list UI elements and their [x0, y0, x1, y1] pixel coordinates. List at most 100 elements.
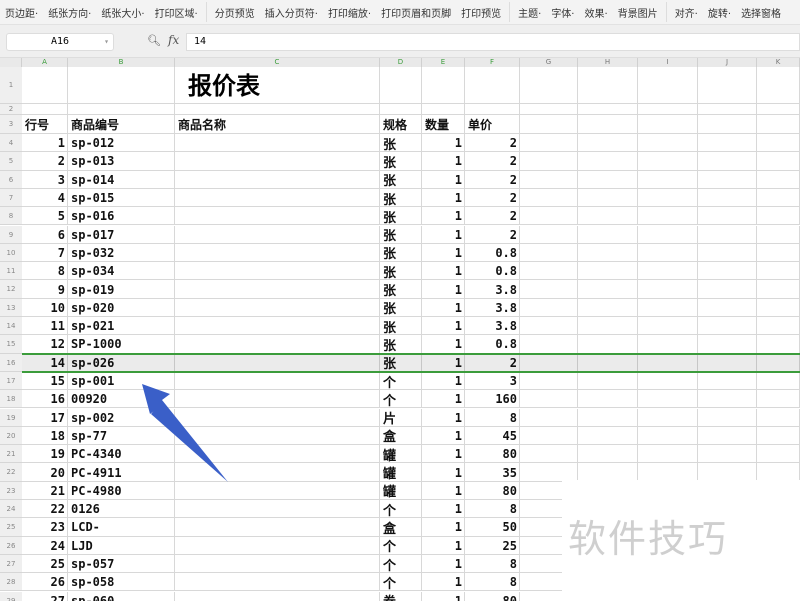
cell[interactable]	[757, 225, 800, 244]
unit-cell[interactable]: 张	[380, 280, 422, 299]
row-header[interactable]: 22	[0, 463, 22, 482]
toolbar-button[interactable]: 主题·	[513, 5, 546, 20]
quantity-cell[interactable]: 1	[422, 354, 465, 372]
toolbar-button[interactable]: 页边距·	[0, 5, 43, 20]
cell[interactable]	[698, 262, 757, 281]
column-header-K[interactable]: K	[757, 58, 800, 67]
cell[interactable]	[638, 134, 698, 153]
cell[interactable]	[757, 188, 800, 208]
product-name-cell[interactable]	[175, 500, 380, 518]
cell[interactable]	[578, 170, 638, 189]
select-all-corner[interactable]	[0, 58, 22, 67]
product-name-cell[interactable]	[175, 427, 380, 445]
quantity-cell[interactable]: 1	[422, 335, 465, 353]
unit-cell[interactable]: 个	[380, 372, 422, 391]
product-code-cell[interactable]: PC-4980	[68, 482, 175, 500]
row-number-cell[interactable]: 11	[22, 317, 68, 335]
quantity-cell[interactable]: 1	[422, 573, 465, 591]
cell[interactable]	[698, 317, 757, 336]
cell[interactable]	[757, 445, 800, 464]
cell[interactable]	[638, 225, 698, 244]
cell[interactable]	[520, 408, 578, 427]
product-name-cell[interactable]	[175, 390, 380, 408]
toolbar-button[interactable]: 背景图片	[613, 5, 663, 20]
cell[interactable]	[578, 67, 638, 104]
cell[interactable]	[698, 445, 757, 464]
price-cell[interactable]: 0.8	[465, 244, 520, 262]
row-header[interactable]: 9	[0, 225, 22, 244]
price-cell[interactable]: 8	[465, 573, 520, 591]
zoom-icon[interactable]: 🔍︎	[147, 34, 161, 47]
unit-cell[interactable]: 张	[380, 134, 422, 153]
cell[interactable]	[578, 298, 638, 317]
product-name-cell[interactable]	[175, 280, 380, 298]
column-header-G[interactable]: G	[520, 58, 578, 67]
product-code-cell[interactable]: sp-020	[68, 299, 175, 317]
cell[interactable]	[422, 104, 465, 115]
cell[interactable]	[578, 353, 638, 372]
quantity-cell[interactable]: 1	[422, 537, 465, 555]
product-name-cell[interactable]	[175, 354, 380, 372]
product-name-cell[interactable]	[175, 335, 380, 353]
product-code-cell[interactable]: sp-026	[68, 354, 175, 372]
quantity-cell[interactable]: 1	[422, 555, 465, 573]
row-header[interactable]: 26	[0, 536, 22, 555]
product-code-cell[interactable]: sp-057	[68, 555, 175, 573]
row-header[interactable]: 19	[0, 408, 22, 427]
cell[interactable]	[578, 463, 638, 482]
cell[interactable]	[520, 152, 578, 171]
price-cell[interactable]: 160	[465, 390, 520, 408]
price-cell[interactable]: 2	[465, 207, 520, 225]
unit-cell[interactable]: 盒	[380, 427, 422, 445]
cell[interactable]	[698, 280, 757, 299]
cell[interactable]	[638, 317, 698, 336]
row-header[interactable]: 4	[0, 134, 22, 153]
unit-cell[interactable]: 个	[380, 390, 422, 409]
product-name-cell[interactable]	[175, 207, 380, 225]
row-number-cell[interactable]: 25	[22, 555, 68, 573]
quantity-cell[interactable]: 1	[422, 390, 465, 408]
row-number-cell[interactable]: 2	[22, 152, 68, 170]
toolbar-button[interactable]: 效果·	[580, 5, 613, 20]
cell[interactable]	[757, 134, 800, 153]
quantity-cell[interactable]: 1	[422, 280, 465, 298]
product-name-cell[interactable]	[175, 445, 380, 463]
cell[interactable]	[757, 335, 800, 354]
cell[interactable]	[698, 67, 757, 104]
unit-cell[interactable]: 张	[380, 171, 422, 189]
product-code-cell[interactable]: PC-4911	[68, 463, 175, 481]
cell[interactable]	[520, 243, 578, 263]
cell[interactable]	[520, 317, 578, 336]
column-header-J[interactable]: J	[698, 58, 757, 67]
cell[interactable]	[638, 67, 698, 104]
column-header-I[interactable]: I	[638, 58, 698, 67]
cell[interactable]	[520, 280, 578, 299]
cell[interactable]	[520, 390, 578, 409]
cell[interactable]	[22, 104, 68, 115]
cell[interactable]	[578, 335, 638, 354]
product-code-cell[interactable]: SP-1000	[68, 335, 175, 353]
cell[interactable]	[757, 243, 800, 263]
row-number-cell[interactable]: 17	[22, 409, 68, 427]
product-code-cell[interactable]: LJD	[68, 537, 175, 555]
row-header[interactable]: 1	[0, 67, 22, 104]
product-code-cell[interactable]: sp-014	[68, 171, 175, 189]
cell[interactable]	[757, 104, 800, 115]
unit-cell[interactable]: 张	[380, 354, 422, 372]
unit-cell[interactable]: 张	[380, 207, 422, 226]
cell[interactable]	[698, 426, 757, 446]
cell[interactable]	[638, 207, 698, 226]
product-name-cell[interactable]	[175, 262, 380, 280]
cell[interactable]	[698, 390, 757, 409]
row-number-cell[interactable]: 15	[22, 372, 68, 390]
product-name-cell[interactable]	[175, 592, 380, 601]
price-cell[interactable]: 35	[465, 463, 520, 481]
product-code-cell[interactable]: sp-016	[68, 207, 175, 225]
row-number-cell[interactable]: 5	[22, 207, 68, 225]
product-code-cell[interactable]: sp-021	[68, 317, 175, 335]
cell[interactable]	[578, 134, 638, 153]
cell[interactable]	[578, 371, 638, 391]
quantity-cell[interactable]: 1	[422, 262, 465, 280]
product-name-cell[interactable]	[175, 299, 380, 317]
cell[interactable]	[520, 104, 578, 115]
